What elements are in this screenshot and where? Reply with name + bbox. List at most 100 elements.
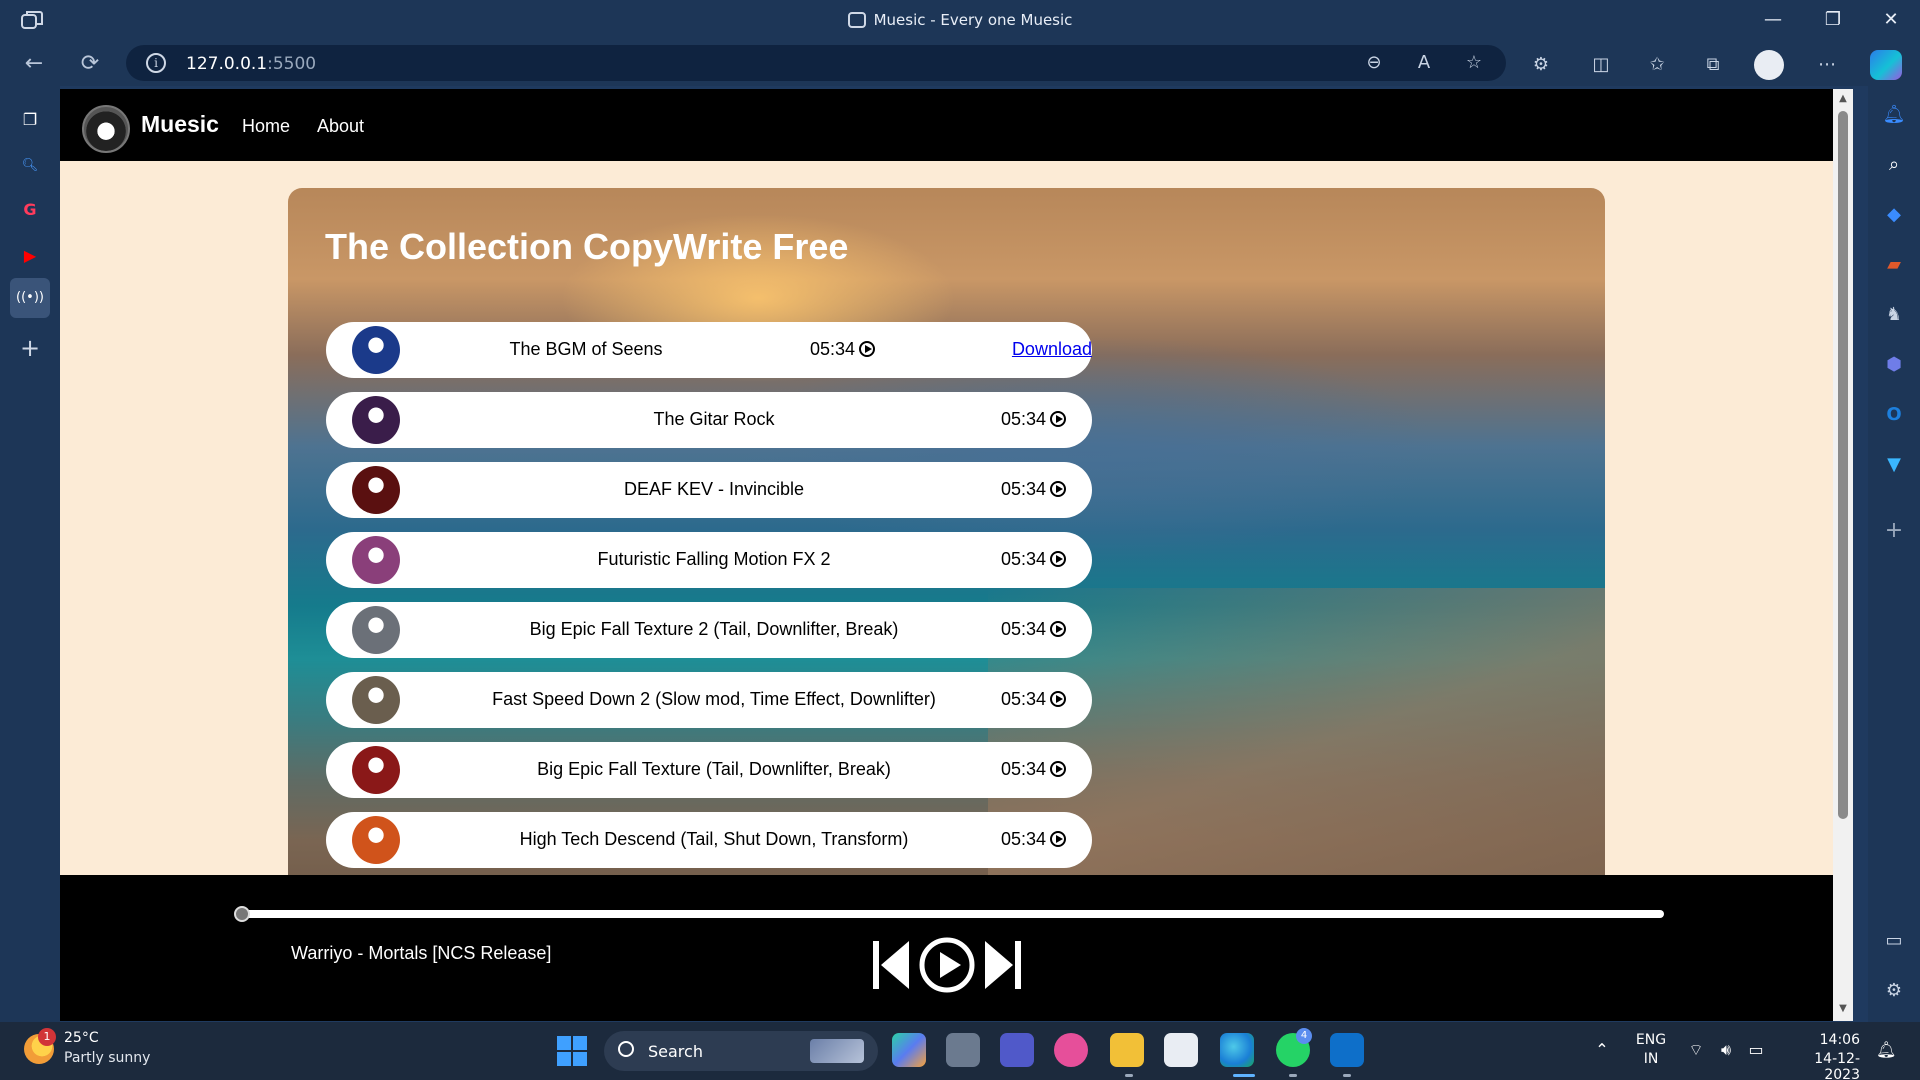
scroll-down-icon[interactable]: ▼ [1837, 1003, 1849, 1015]
close-button[interactable]: ✕ [1868, 6, 1914, 34]
notifications-icon[interactable]: 🔔︎ [1881, 102, 1907, 128]
tab-app-icon[interactable]: G [16, 196, 44, 224]
scroll-up-icon[interactable]: ▲ [1837, 93, 1849, 105]
site-info-icon[interactable]: i [146, 53, 166, 73]
scroll-thumb[interactable] [1838, 111, 1848, 819]
song-duration-text: 05:34 [1000, 829, 1046, 849]
wps-office-icon[interactable] [1054, 1033, 1088, 1067]
song-title: DEAF KEV - Invincible [623, 479, 805, 499]
back-button[interactable]: ← [18, 48, 50, 80]
site-logo-icon[interactable] [82, 105, 130, 153]
task-view-icon[interactable] [946, 1033, 980, 1067]
song-row[interactable]: The Gitar Rock 05:34 [326, 392, 1092, 448]
song-title: Big Epic Fall Texture 2 (Tail, Downlifte… [529, 619, 899, 639]
page-scrollbar[interactable]: ▲ ▼ [1833, 89, 1853, 1021]
tab-search-icon[interactable]: 🔍︎ [16, 152, 44, 180]
zoom-icon[interactable]: ⊖ [1362, 51, 1386, 75]
brand-name[interactable]: Muesic [141, 111, 219, 138]
play-circle-icon[interactable] [1050, 831, 1066, 847]
search-icon[interactable]: ⌕ [1881, 152, 1907, 178]
nav-about-link[interactable]: About [317, 116, 364, 137]
hide-sidebar-icon[interactable]: ▭ [1881, 928, 1907, 954]
tab-actions-icon[interactable]: ❐ [16, 106, 44, 134]
refresh-button[interactable]: ⟳ [74, 48, 106, 80]
language-indicator[interactable]: ENG [1634, 1032, 1668, 1048]
read-aloud-icon[interactable]: A [1412, 51, 1436, 75]
address-bar[interactable]: i 127.0.0.1:5500 ⊖ A ☆ [126, 45, 1506, 81]
copilot-sidebar-icon[interactable]: ⬢ [1881, 352, 1907, 378]
notification-bell-icon[interactable]: 🔔︎ [1876, 1040, 1896, 1060]
running-indicator [1289, 1074, 1297, 1077]
song-row[interactable]: The BGM of Seens 05:34 Download [326, 322, 1092, 378]
previous-track-icon[interactable] [873, 937, 909, 993]
favorites-icon[interactable]: ✩ [1644, 52, 1670, 78]
vscode-icon[interactable] [1330, 1033, 1364, 1067]
clock-time[interactable]: 14:06 [1780, 1032, 1860, 1048]
teams-icon[interactable] [1000, 1033, 1034, 1067]
song-row[interactable]: Big Epic Fall Texture (Tail, Downlifter,… [326, 742, 1092, 798]
play-circle-icon[interactable] [859, 341, 876, 357]
outlook-icon[interactable]: O [1881, 402, 1907, 428]
show-hidden-icons[interactable]: ⌃ [1592, 1040, 1612, 1060]
play-circle-icon[interactable] [1050, 551, 1066, 567]
search-icon [618, 1041, 634, 1057]
song-duration: 05:34 [1001, 549, 1066, 570]
window-title: Muesic - Every one Muesic [0, 11, 1920, 29]
url-text[interactable]: 127.0.0.1:5500 [186, 54, 316, 74]
edge-browser-icon[interactable] [1220, 1033, 1254, 1067]
collections-icon[interactable]: ⧉ [1700, 52, 1726, 78]
extensions-icon[interactable]: ⚙ [1528, 52, 1554, 78]
weather-description[interactable]: Partly sunny [64, 1050, 150, 1066]
play-circle-icon[interactable] [1050, 691, 1066, 707]
taskbar-search-label: Search [648, 1042, 703, 1061]
song-row[interactable]: DEAF KEV - Invincible 05:34 [326, 462, 1092, 518]
nav-home-link[interactable]: Home [242, 116, 290, 137]
drop-icon[interactable]: ▼ [1881, 452, 1907, 478]
song-row[interactable]: Big Epic Fall Texture 2 (Tail, Downlifte… [326, 602, 1092, 658]
shopping-tag-icon[interactable]: ◆ [1881, 202, 1907, 228]
weather-temperature[interactable]: 25°C [64, 1030, 99, 1046]
clock-date[interactable]: 14-12-2023 [1780, 1051, 1860, 1080]
file-explorer-icon[interactable] [1110, 1033, 1144, 1067]
games-icon[interactable]: ♞ [1881, 302, 1907, 328]
windows-taskbar: 1 25°C Partly sunny Search 4 ⌃ ENG IN ⌔ … [0, 1022, 1920, 1080]
song-duration-text: 05:34 [1000, 549, 1046, 569]
region-indicator[interactable]: IN [1634, 1051, 1668, 1067]
new-tab-icon[interactable]: + [16, 334, 44, 362]
song-title: Fast Speed Down 2 (Slow mod, Time Effect… [492, 689, 936, 709]
sidebar-settings-icon[interactable]: ⚙ [1881, 978, 1907, 1004]
tools-icon[interactable]: ▰ [1881, 252, 1907, 278]
song-title: Futuristic Falling Motion FX 2 [597, 549, 831, 569]
song-row[interactable]: Futuristic Falling Motion FX 2 05:34 [326, 532, 1092, 588]
restore-button[interactable]: ❐ [1810, 6, 1856, 34]
song-row[interactable]: High Tech Descend (Tail, Shut Down, Tran… [326, 812, 1092, 868]
volume-icon[interactable]: 🔊︎ [1716, 1040, 1736, 1060]
tab-muesic-icon[interactable]: ((•)) [10, 278, 50, 318]
more-menu-icon[interactable]: ⋯ [1814, 52, 1840, 78]
play-pause-icon[interactable] [919, 937, 975, 993]
profile-avatar[interactable] [1754, 50, 1784, 80]
microsoft-store-icon[interactable] [1164, 1033, 1198, 1067]
split-screen-icon[interactable]: ◫ [1588, 52, 1614, 78]
battery-icon[interactable]: ▭ [1746, 1040, 1766, 1060]
play-circle-icon[interactable] [1050, 411, 1066, 427]
play-circle-icon[interactable] [1050, 481, 1066, 497]
progress-bar[interactable] [234, 906, 1664, 922]
next-track-icon[interactable] [985, 937, 1021, 993]
taskbar-search[interactable]: Search [604, 1031, 878, 1071]
play-circle-icon[interactable] [1050, 621, 1066, 637]
play-circle-icon[interactable] [1050, 761, 1066, 777]
start-button[interactable] [557, 1036, 587, 1066]
song-row[interactable]: Fast Speed Down 2 (Slow mod, Time Effect… [326, 672, 1092, 728]
song-duration: 05:34 [810, 339, 876, 360]
copilot-app-icon[interactable] [892, 1033, 926, 1067]
wifi-icon[interactable]: ⌔ [1686, 1040, 1706, 1060]
minimize-button[interactable]: — [1750, 6, 1796, 34]
tab-youtube-icon[interactable]: ▶ [16, 242, 44, 270]
favorite-star-icon[interactable]: ☆ [1462, 51, 1486, 75]
progress-knob[interactable] [234, 906, 250, 922]
tab-favicon-icon [847, 12, 866, 28]
download-link[interactable]: Download [1012, 339, 1092, 360]
add-sidebar-icon[interactable]: + [1881, 518, 1907, 544]
copilot-icon[interactable] [1870, 50, 1902, 80]
